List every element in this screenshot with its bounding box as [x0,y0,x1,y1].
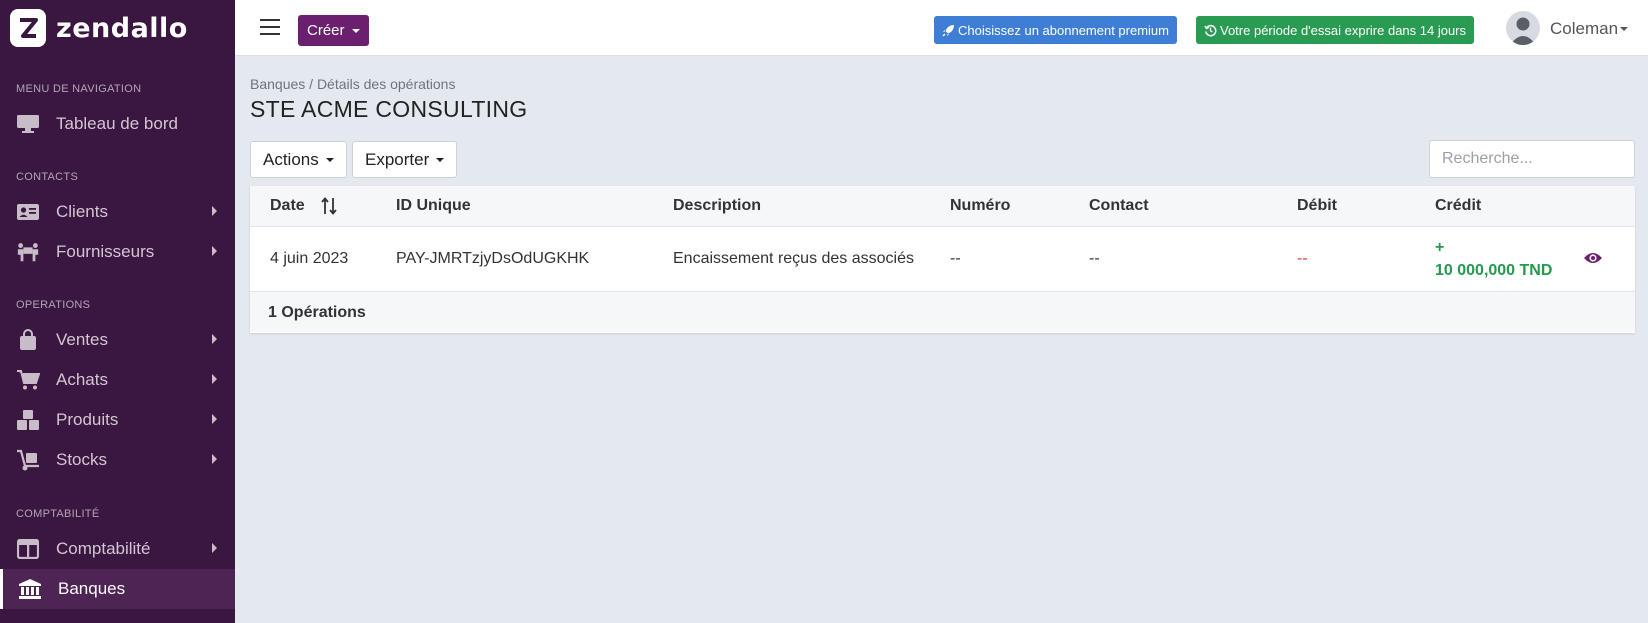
cell-date: 4 juin 2023 [270,250,349,267]
user-name: Coleman [1550,19,1619,38]
credit-sign: + [1435,239,1445,256]
caret-down-icon [436,157,445,162]
sidebar-item-comptabilite[interactable]: Comptabilité [0,529,235,569]
caret-down-icon [1620,27,1629,31]
sidebar-item-tableau-de-bord[interactable]: Tableau de bord [0,104,235,144]
section-title-comptabilite: COMPTABILITÉ [16,508,100,520]
sidebar-item-label: Banques [58,579,126,598]
column-header-id: ID Unique [396,197,471,214]
column-header-credit: Crédit [1435,197,1482,214]
columns-icon [16,537,40,561]
history-icon [1204,24,1217,36]
column-header-description: Description [673,197,762,214]
cart-icon [16,368,40,392]
rocket-icon [942,24,954,36]
cell-description: Encaissement reçus des associés [673,250,914,267]
sidebar-item-achats[interactable]: Achats [0,360,235,400]
sidebar-item-label: Ventes [56,330,108,349]
section-title-contacts: CONTACTS [16,171,79,183]
address-card-icon [16,200,40,224]
cell-credit: + 10 000,000 TND [1435,236,1552,282]
column-header-date[interactable]: Date [270,197,337,215]
sidebar: zendallo MENU DE NAVIGATION Tableau de b… [0,0,235,623]
cell-id: PAY-JMRTzjyDsOdUGKHK [396,250,590,267]
sidebar-item-label: Achats [56,370,108,389]
table-footer: 1 Opérations [250,292,1635,332]
column-header-contact: Contact [1089,197,1149,214]
section-title-navigation: MENU DE NAVIGATION [16,83,142,95]
table-row[interactable]: 4 juin 2023 PAY-JMRTzjyDsOdUGKHK Encaiss… [250,227,1635,292]
premium-subscription-button[interactable]: Choisissez un abonnement premium [934,16,1177,44]
brand-logo[interactable]: zendallo [0,0,235,56]
sidebar-item-ventes[interactable]: Ventes [0,320,235,360]
view-eye-icon[interactable] [1583,251,1603,270]
sidebar-item-label: Fournisseurs [56,242,155,261]
breadcrumb[interactable]: Banques / Détails des opérations [250,76,455,92]
bank-icon [18,577,42,601]
sidebar-item-label: Produits [56,410,119,429]
sidebar-item-label: Tableau de bord [56,114,178,133]
column-header-debit: Débit [1297,197,1337,214]
actions-dropdown-button[interactable]: Actions [250,141,347,178]
cell-contact: -- [1089,250,1100,267]
user-menu[interactable]: Coleman [1550,19,1629,39]
section-title-operations: OPERATIONS [16,299,91,311]
search-input[interactable] [1429,140,1635,178]
sidebar-item-label: Clients [56,202,108,221]
people-carry-icon [16,240,40,264]
brand-name: zendallo [56,12,188,44]
zendallo-logo-icon [10,9,46,47]
trial-expiry-button[interactable]: Votre période d'essai exprire dans 14 jo… [1196,16,1475,44]
premium-button-label: Choisissez un abonnement premium [958,22,1169,38]
chevron-right-icon [212,414,217,424]
avatar[interactable] [1506,11,1540,45]
trial-button-label: Votre période d'essai exprire dans 14 jo… [1220,22,1467,38]
dolly-icon [16,448,40,472]
shopping-bag-icon [16,328,40,352]
sidebar-item-label: Comptabilité [56,539,151,558]
operations-count: 1 Opérations [268,304,366,321]
credit-amount: 10 000,000 TND [1435,262,1553,279]
sidebar-item-produits[interactable]: Produits [0,400,235,440]
sidebar-item-label: Stocks [56,450,108,469]
sort-icon[interactable] [321,197,337,215]
sidebar-item-banques[interactable]: Banques [0,569,235,609]
chevron-right-icon [212,334,217,344]
create-button[interactable]: Créer [298,15,369,46]
create-button-label: Créer [307,22,345,39]
export-button-label: Exporter [365,149,430,169]
actions-button-label: Actions [263,149,319,169]
hamburger-menu-icon[interactable] [260,19,280,36]
caret-down-icon [351,28,360,33]
topbar: Créer Choisissez un abonnement premium V… [235,0,1648,56]
table-header: Date ID Unique Description Numéro Contac… [250,186,1635,227]
chevron-right-icon [212,454,217,464]
page-title: STE ACME CONSULTING [250,96,528,122]
operations-table: Date ID Unique Description Numéro Contac… [250,186,1635,333]
export-dropdown-button[interactable]: Exporter [352,141,458,178]
column-header-numero: Numéro [950,197,1011,214]
chevron-right-icon [212,206,217,216]
chevron-right-icon [212,543,217,553]
chevron-right-icon [212,374,217,384]
cubes-icon [16,408,40,432]
sidebar-item-fournisseurs[interactable]: Fournisseurs [0,232,235,272]
cell-numero: -- [950,250,961,267]
sidebar-item-stocks[interactable]: Stocks [0,440,235,480]
sidebar-item-clients[interactable]: Clients [0,192,235,232]
cell-debit: -- [1297,250,1308,267]
chevron-right-icon [212,246,217,256]
desktop-icon [16,112,40,136]
caret-down-icon [325,157,334,162]
